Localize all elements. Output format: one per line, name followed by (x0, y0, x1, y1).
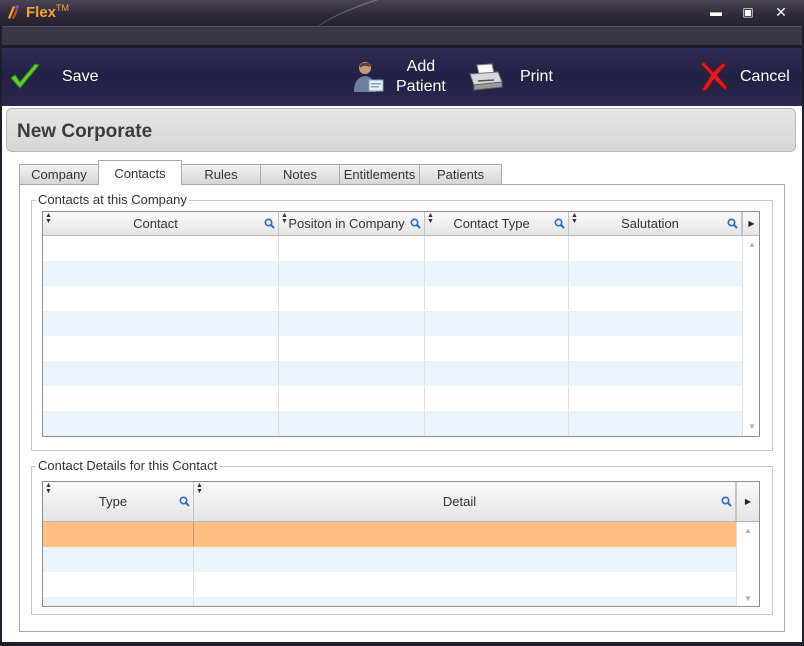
table-row[interactable] (43, 411, 742, 436)
column-scroll-right-button[interactable]: ▶ (736, 482, 759, 521)
sort-icon[interactable]: ▲ ▼ (196, 482, 203, 495)
tab-patients[interactable]: Patients (419, 164, 502, 185)
tab-company[interactable]: Company (19, 164, 99, 185)
column-header-salutation[interactable]: ▲ ▼ Salutation (569, 212, 742, 235)
save-label: Save (62, 68, 99, 85)
app-title: FlexTM (26, 3, 70, 21)
x-icon (700, 61, 728, 92)
scroll-up-button[interactable]: ▲ (743, 527, 753, 535)
table-row[interactable] (43, 311, 742, 336)
contacts-tab-panel: Contacts at this Company ▲ ▼ Contact ▲ ▼ P… (19, 184, 785, 632)
table-row[interactable] (43, 572, 736, 597)
table-row[interactable] (43, 547, 736, 572)
table-row[interactable] (43, 261, 742, 286)
contact-details-group-label: Contact Details for this Contact (36, 458, 220, 473)
contacts-group-label: Contacts at this Company (36, 192, 189, 207)
column-header-detail[interactable]: ▲ ▼ Detail (194, 482, 736, 521)
main-panel: New Corporate Company Contacts Rules Not… (2, 106, 802, 642)
table-row[interactable] (43, 236, 742, 261)
print-label: Print (520, 68, 553, 85)
contacts-group: Contacts at this Company ▲ ▼ Contact ▲ ▼ P… (31, 192, 773, 451)
search-icon[interactable] (179, 495, 190, 507)
tab-notes[interactable]: Notes (260, 164, 340, 185)
print-button[interactable]: Print (468, 48, 553, 106)
add-patient-button[interactable]: Add Patient (350, 48, 446, 106)
patient-icon (354, 62, 384, 92)
search-icon[interactable] (554, 217, 565, 229)
page-header: New Corporate (6, 108, 796, 152)
cancel-button[interactable]: Cancel (696, 48, 790, 106)
contact-details-group: Contact Details for this Contact ▲ ▼ Type… (31, 458, 773, 615)
contacts-grid-scrollbar[interactable]: ▲ ▼ (742, 236, 759, 436)
toolbar: Save Add Patient Print Cancel (2, 48, 802, 106)
column-scroll-right-button[interactable]: ▶ (742, 212, 759, 235)
maximize-button[interactable]: ▣ (740, 4, 756, 20)
contacts-grid-header: ▲ ▼ Contact ▲ ▼ Positon in Company ▲ ▼ Cont… (43, 212, 759, 236)
printer-icon (469, 63, 503, 91)
close-button[interactable]: ✕ (773, 4, 789, 20)
table-row[interactable] (43, 361, 742, 386)
table-row[interactable] (43, 386, 742, 411)
title-bar: FlexTM ▬ ▣ ✕ (0, 0, 804, 109)
scroll-down-button[interactable]: ▼ (743, 595, 753, 603)
search-icon[interactable] (264, 217, 275, 229)
page-title: New Corporate (17, 121, 153, 142)
contacts-grid: ▲ ▼ Contact ▲ ▼ Positon in Company ▲ ▼ Cont… (42, 211, 760, 437)
menu-strip (2, 26, 802, 46)
column-header-contact-type[interactable]: ▲ ▼ Contact Type (425, 212, 569, 235)
scroll-down-button[interactable]: ▼ (747, 423, 757, 431)
table-row[interactable] (43, 286, 742, 311)
sort-icon[interactable]: ▲ ▼ (571, 212, 578, 225)
table-row-selected[interactable] (43, 522, 736, 547)
app-logo-icon (8, 5, 19, 19)
search-icon[interactable] (727, 217, 738, 229)
add-patient-label: Add Patient (396, 58, 446, 95)
contact-details-grid-header: ▲ ▼ Type ▲ ▼ Detail ▶ (43, 482, 759, 522)
contact-details-grid: ▲ ▼ Type ▲ ▼ Detail ▶ ▲ ▼ (42, 481, 760, 607)
table-row[interactable] (43, 597, 736, 606)
tab-entitlements[interactable]: Entitlements (339, 164, 420, 185)
table-row[interactable] (43, 336, 742, 361)
sort-icon[interactable]: ▲ ▼ (281, 212, 288, 225)
sort-icon[interactable]: ▲ ▼ (427, 212, 434, 225)
column-header-contact[interactable]: ▲ ▼ Contact (43, 212, 279, 235)
tab-contacts[interactable]: Contacts (98, 160, 182, 185)
search-icon[interactable] (410, 217, 421, 229)
search-icon[interactable] (721, 495, 732, 507)
scroll-up-button[interactable]: ▲ (747, 241, 757, 249)
column-header-position[interactable]: ▲ ▼ Positon in Company (279, 212, 425, 235)
contact-details-grid-scrollbar[interactable]: ▲ ▼ (736, 522, 759, 606)
column-header-type[interactable]: ▲ ▼ Type (43, 482, 194, 521)
cancel-label: Cancel (740, 68, 790, 85)
sort-icon[interactable]: ▲ ▼ (45, 482, 52, 495)
tab-rules[interactable]: Rules (181, 164, 261, 185)
sort-icon[interactable]: ▲ ▼ (45, 212, 52, 225)
minimize-button[interactable]: ▬ (708, 4, 724, 20)
save-button[interactable]: Save (8, 48, 98, 106)
checkmark-icon (10, 63, 40, 89)
